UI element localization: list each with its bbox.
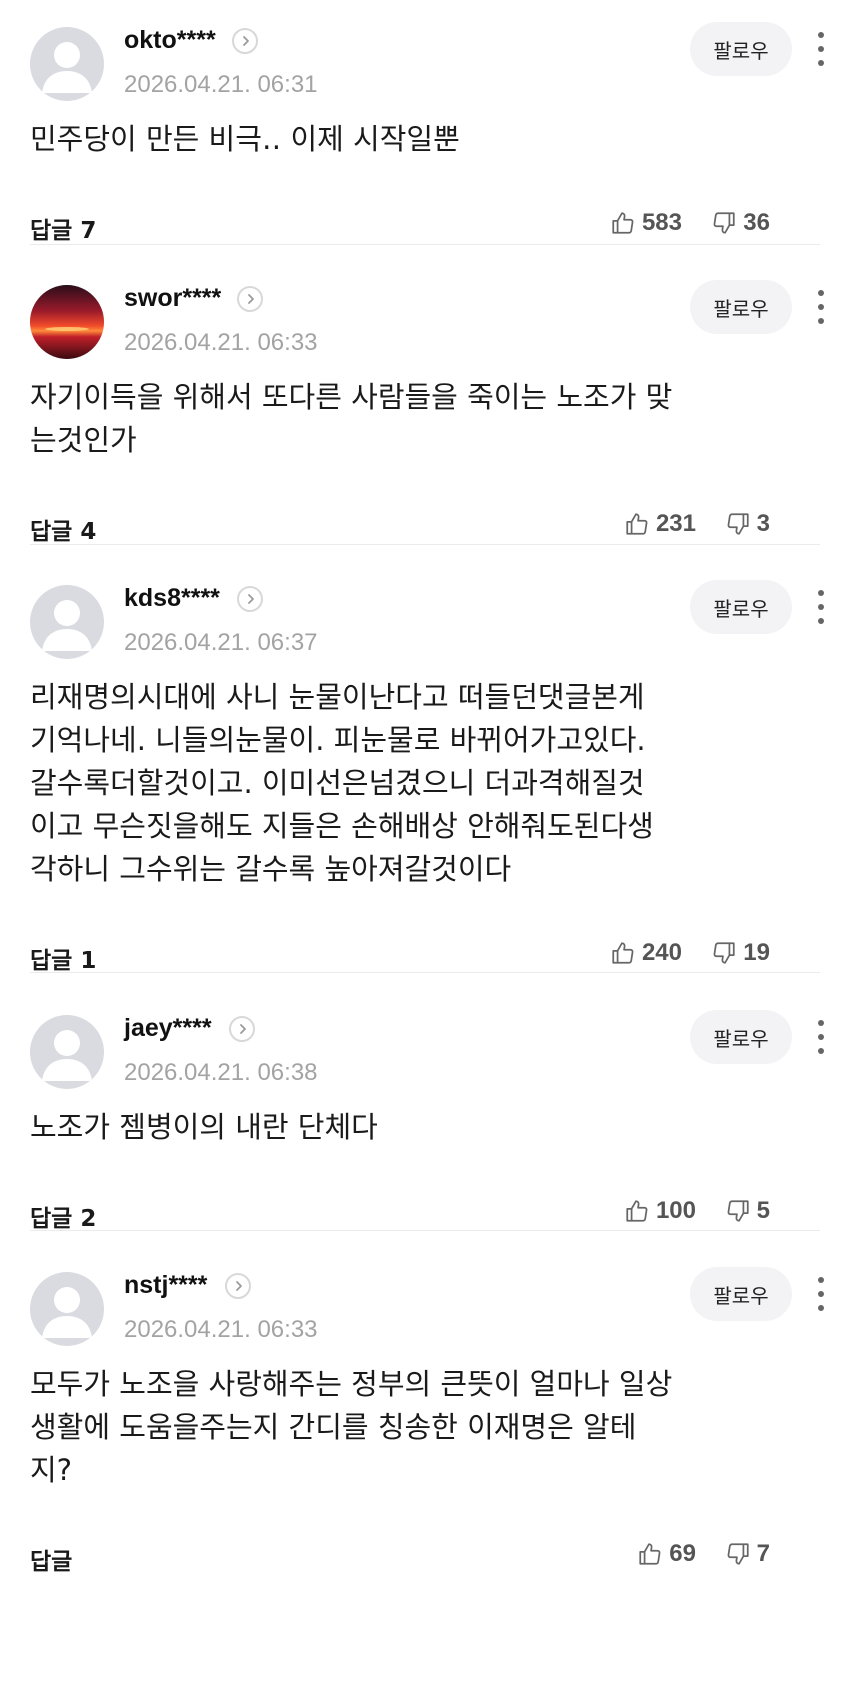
like-button[interactable]: 583 — [610, 209, 682, 237]
comment-text-line: 이고 무슨짓을해도 지들은 손해배상 안해줘도된다생 — [30, 809, 654, 843]
divider — [30, 1230, 820, 1231]
timestamp: 2026.04.21. 06:38 — [124, 1059, 318, 1086]
like-button[interactable]: 100 — [624, 1197, 696, 1225]
like-count: 100 — [655, 1197, 696, 1224]
timestamp: 2026.04.21. 06:31 — [124, 71, 318, 98]
avatar[interactable] — [30, 1015, 104, 1089]
like-button[interactable]: 231 — [624, 510, 696, 538]
dislike-button[interactable]: 36 — [711, 209, 770, 237]
chevron-right-icon[interactable] — [225, 1273, 251, 1299]
comment-item: kds8**** 2026.04.21. 06:37 팔로우리재명의시대에 사니 눈… — [0, 558, 850, 978]
dislike-button[interactable]: 19 — [711, 939, 770, 967]
follow-button[interactable]: 팔로우 — [690, 1010, 792, 1064]
timestamp: 2026.04.21. 06:33 — [124, 329, 318, 356]
timestamp: 2026.04.21. 06:37 — [124, 629, 318, 656]
avatar[interactable] — [30, 27, 104, 101]
comment-item: jaey**** 2026.04.21. 06:38 팔로우노조가 젬병이의 내란 … — [0, 988, 850, 1232]
comment-item: swor**** 2026.04.21. 06:33 팔로우자기이득을 위해서 또다… — [0, 258, 850, 545]
dislike-button[interactable]: 3 — [725, 510, 770, 538]
comment-text: 민주당이 만든 비극‥ 이제 시작일뿐 — [30, 118, 810, 161]
comment-text: 자기이득을 위해서 또다른 사람들을 죽이는 노조가 맞는것인가 — [30, 376, 810, 462]
avatar[interactable] — [30, 1272, 104, 1346]
like-count: 583 — [641, 209, 682, 236]
follow-button[interactable]: 팔로우 — [690, 22, 792, 76]
reply-link[interactable]: 답글 4 — [30, 512, 96, 546]
like-count: 69 — [669, 1540, 696, 1567]
like-count: 240 — [641, 939, 682, 966]
like-button[interactable]: 69 — [637, 1540, 696, 1568]
follow-button[interactable]: 팔로우 — [690, 580, 792, 634]
comment-text-line: 각하니 그수위는 갈수록 높아져갈것이다 — [30, 852, 512, 886]
reply-link[interactable]: 답글 — [30, 1542, 72, 1576]
username[interactable]: okto**** — [124, 26, 216, 55]
dislike-count: 3 — [756, 510, 770, 537]
comment-text-line: 기억나네. 니들의눈물이. 피눈물로 바뀌어가고있다. — [30, 723, 646, 757]
comment-text-line: 모두가 노조을 사랑해주는 정부의 큰뜻이 얼마나 일상 — [30, 1367, 673, 1401]
comment-text-line: 자기이득을 위해서 또다른 사람들을 죽이는 노조가 맞 — [30, 380, 673, 414]
more-vertical-icon[interactable] — [806, 1016, 836, 1058]
chevron-right-icon[interactable] — [229, 1016, 255, 1042]
dislike-button[interactable]: 7 — [725, 1540, 770, 1568]
more-vertical-icon[interactable] — [806, 28, 836, 70]
comment-text-line: 민주당이 만든 비극‥ 이제 시작일뿐 — [30, 122, 460, 156]
username[interactable]: swor**** — [124, 284, 221, 313]
comment-text: 노조가 젬병이의 내란 단체다 — [30, 1106, 810, 1149]
dislike-button[interactable]: 5 — [725, 1197, 770, 1225]
reply-link[interactable]: 답글 2 — [30, 1199, 96, 1233]
chevron-right-icon[interactable] — [232, 28, 258, 54]
dislike-count: 36 — [743, 209, 770, 236]
follow-button[interactable]: 팔로우 — [690, 1267, 792, 1321]
divider — [30, 972, 820, 973]
more-vertical-icon[interactable] — [806, 286, 836, 328]
comment-item: okto**** 2026.04.21. 06:31 팔로우민주당이 만든 비극‥ … — [0, 0, 850, 244]
username[interactable]: kds8**** — [124, 584, 220, 613]
reply-link[interactable]: 답글 1 — [30, 941, 96, 975]
comment-text-line: 리재명의시대에 사니 눈물이난다고 떠들던댓글본게 — [30, 680, 645, 714]
comment-text-line: 갈수록더할것이고. 이미선은넘겼으니 더과격해질것 — [30, 766, 645, 800]
avatar[interactable] — [30, 285, 104, 359]
username[interactable]: jaey**** — [124, 1014, 212, 1043]
dislike-count: 5 — [756, 1197, 770, 1224]
comment-text: 모두가 노조을 사랑해주는 정부의 큰뜻이 얼마나 일상생활에 도움을주는지 간… — [30, 1363, 810, 1492]
username[interactable]: nstj**** — [124, 1271, 207, 1300]
chevron-right-icon[interactable] — [237, 286, 263, 312]
divider — [30, 544, 820, 545]
like-button[interactable]: 240 — [610, 939, 682, 967]
comment-text-line: 노조가 젬병이의 내란 단체다 — [30, 1110, 378, 1144]
more-vertical-icon[interactable] — [806, 586, 836, 628]
avatar[interactable] — [30, 585, 104, 659]
comment-text: 리재명의시대에 사니 눈물이난다고 떠들던댓글본게기억나네. 니들의눈물이. 피… — [30, 676, 810, 891]
comment-item: nstj**** 2026.04.21. 06:33 팔로우모두가 노조을 사랑해주… — [0, 1245, 850, 1575]
comment-text-line: 지? — [30, 1453, 73, 1487]
like-count: 231 — [655, 510, 696, 537]
reply-link[interactable]: 답글 7 — [30, 211, 96, 245]
timestamp: 2026.04.21. 06:33 — [124, 1316, 318, 1343]
follow-button[interactable]: 팔로우 — [690, 280, 792, 334]
comment-text-line: 는것인가 — [30, 423, 137, 457]
dislike-count: 19 — [743, 939, 770, 966]
chevron-right-icon[interactable] — [237, 586, 263, 612]
comment-text-line: 생활에 도움을주는지 간디를 칭송한 이재명은 알테 — [30, 1410, 637, 1444]
divider — [30, 244, 820, 245]
more-vertical-icon[interactable] — [806, 1273, 836, 1315]
dislike-count: 7 — [756, 1540, 770, 1567]
